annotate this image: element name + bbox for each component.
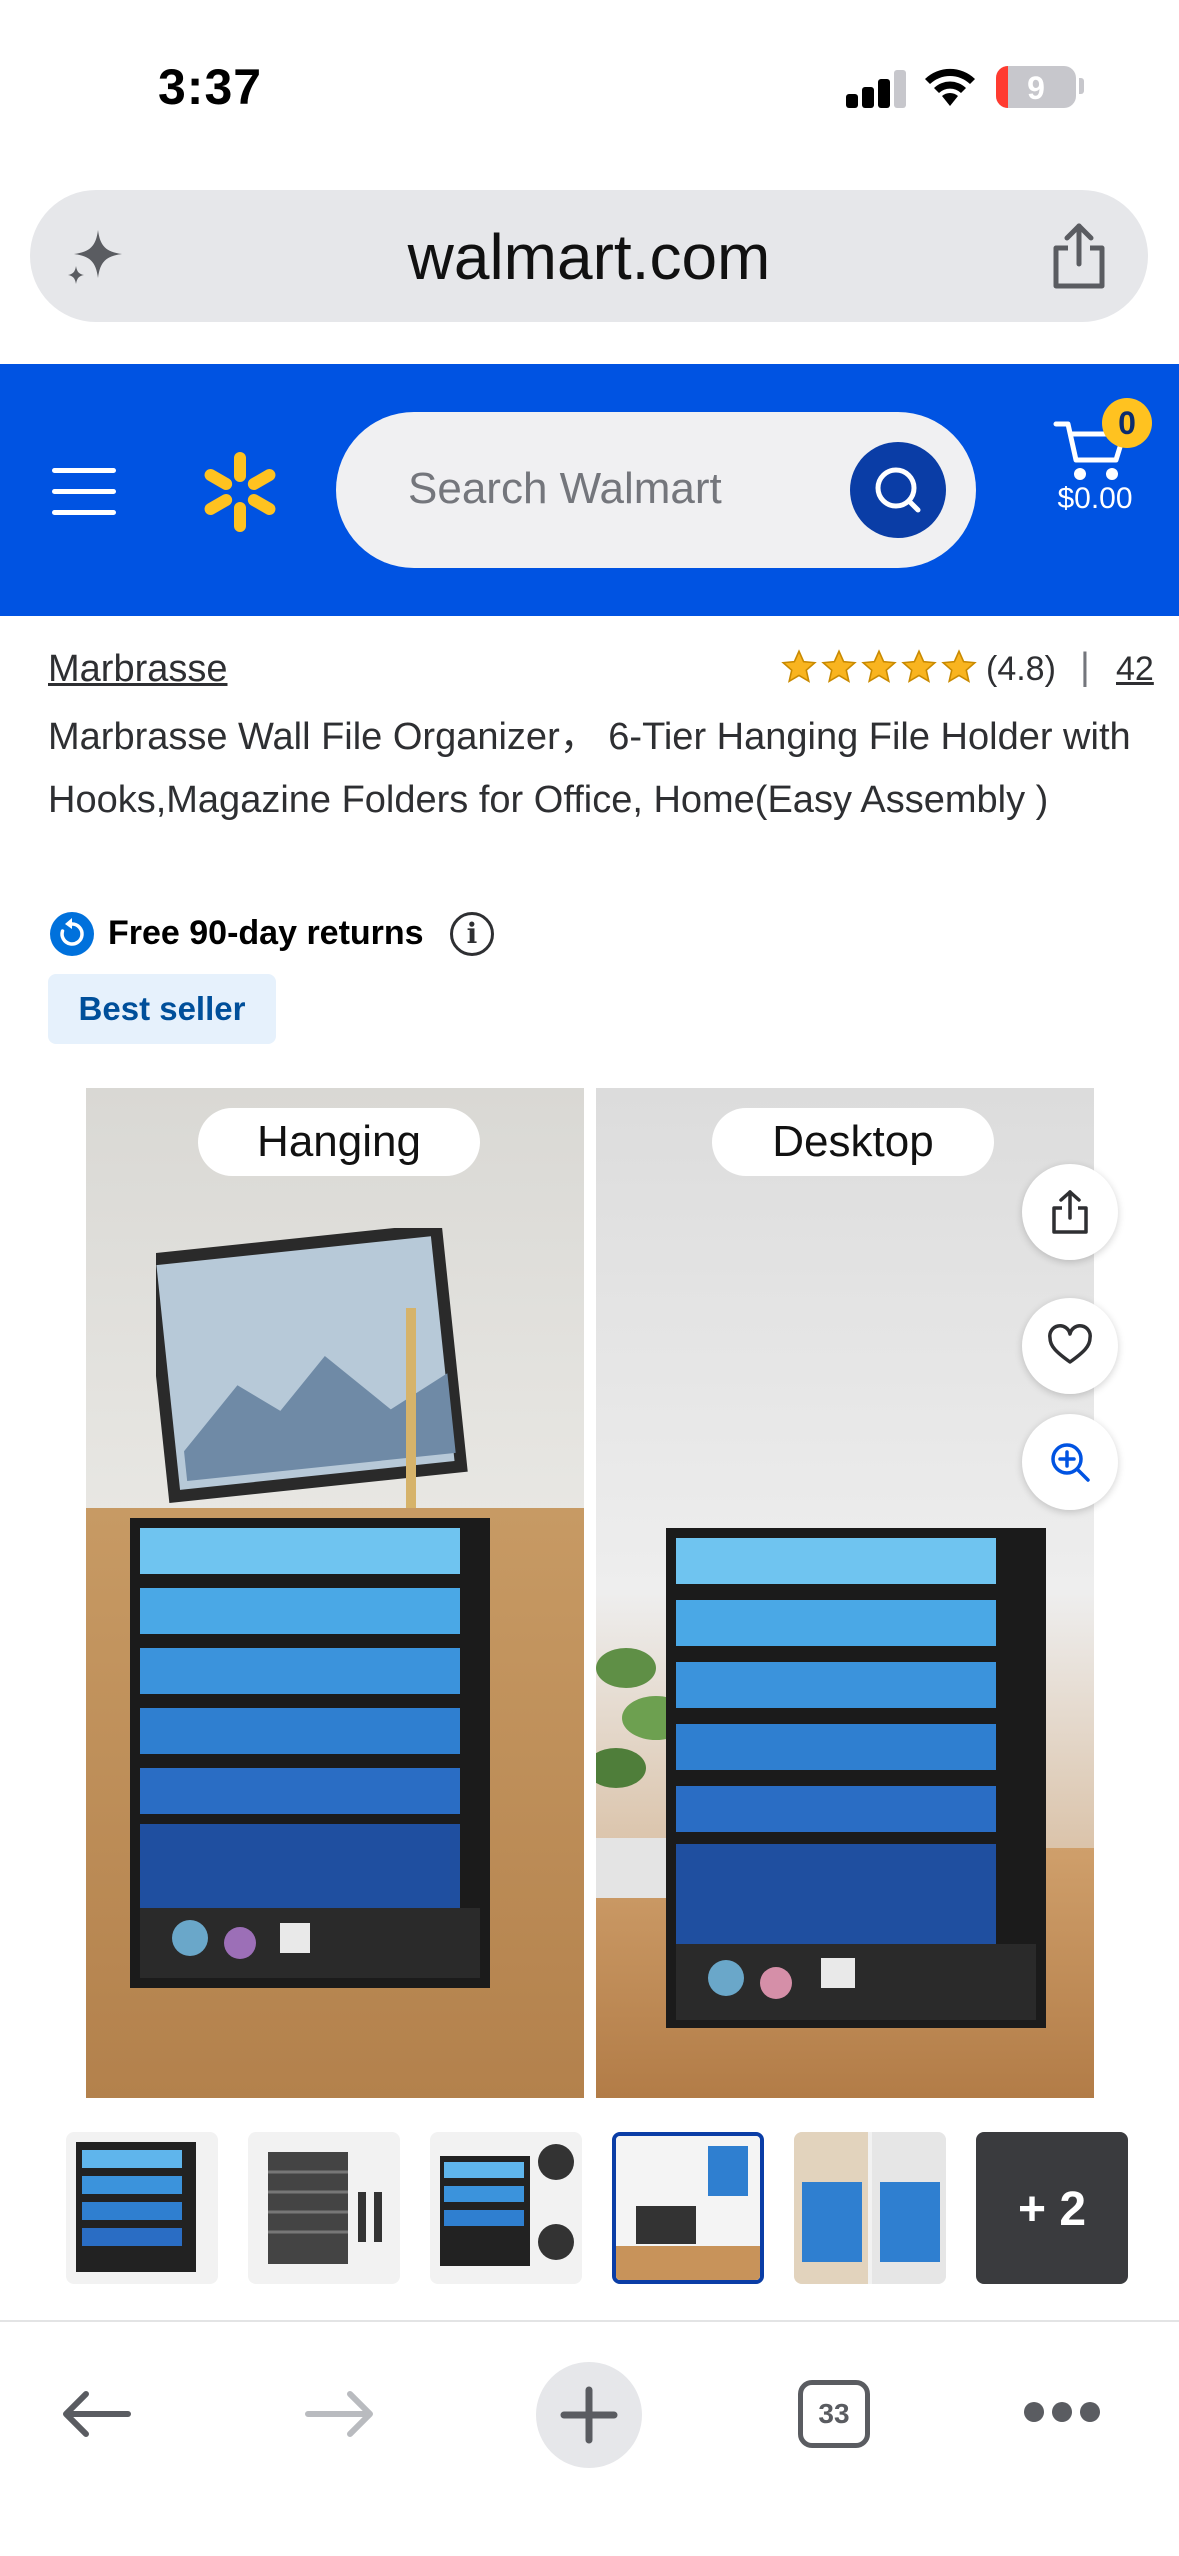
search-button[interactable]: [850, 442, 946, 538]
cellular-signal-icon: [846, 70, 906, 108]
thumbnail-image: [268, 2152, 382, 2264]
status-time: 3:37: [158, 59, 263, 115]
hanging-label: Hanging: [198, 1108, 480, 1176]
rating-value: (4.8): [986, 650, 1056, 688]
star-icon: [821, 649, 857, 683]
star-icon: [941, 649, 977, 683]
forward-arrow-icon[interactable]: [302, 2386, 378, 2442]
menu-icon[interactable]: [52, 468, 116, 516]
search-input[interactable]: Search Walmart: [336, 412, 976, 568]
heart-icon: [1048, 1324, 1092, 1364]
thumbnail-image: [616, 2136, 760, 2280]
walmart-spark-logo[interactable]: [198, 450, 282, 534]
info-icon[interactable]: i: [450, 912, 494, 956]
star-rating: [780, 648, 978, 692]
thumbnail-selected[interactable]: [612, 2132, 764, 2284]
search-placeholder: Search Walmart: [408, 464, 722, 513]
best-seller-label: Best seller: [78, 990, 246, 1027]
best-seller-badge: Best seller: [48, 974, 276, 1044]
status-bar: 3:37 9: [0, 0, 1179, 175]
thumbnail[interactable]: [430, 2132, 582, 2284]
url-text[interactable]: walmart.com: [30, 220, 1148, 294]
thumbnail-more[interactable]: + 2: [976, 2132, 1128, 2284]
back-arrow-icon[interactable]: [58, 2386, 134, 2442]
cart-total[interactable]: $0.00: [1040, 482, 1150, 516]
share-icon[interactable]: [1048, 222, 1110, 290]
battery-level: 9: [1027, 70, 1045, 106]
search-icon: [875, 467, 921, 513]
product-main-image[interactable]: Hanging Desktop: [86, 1088, 1094, 2098]
battery-tip: [1079, 78, 1084, 94]
rating-separator: |: [1080, 646, 1090, 688]
wifi-icon: [925, 68, 975, 106]
brand-link[interactable]: Marbrasse: [48, 648, 228, 691]
thumbnail[interactable]: [66, 2132, 218, 2284]
new-tab-button[interactable]: [536, 2362, 642, 2468]
share-button[interactable]: [1022, 1164, 1118, 1260]
desktop-label: Desktop: [712, 1108, 994, 1176]
star-icon: [781, 649, 817, 683]
browser-toolbar: 33: [0, 2322, 1179, 2556]
tabs-button[interactable]: 33: [798, 2380, 870, 2448]
site-header: Search Walmart 0 $0.00: [0, 364, 1179, 616]
more-thumbnails-count: + 2: [1017, 2183, 1087, 2236]
battery-icon: 9: [996, 66, 1076, 108]
cart-count-badge: 0: [1102, 398, 1152, 448]
zoom-button[interactable]: [1022, 1414, 1118, 1510]
favorite-button[interactable]: [1022, 1298, 1118, 1394]
more-icon[interactable]: [1024, 2402, 1100, 2422]
thumbnail-image: [440, 2144, 574, 2266]
thumbnail-image: [794, 2132, 946, 2284]
organizer-illustration: [130, 1518, 490, 1988]
zoom-in-icon: [1051, 1443, 1090, 1482]
hanging-panel: Hanging: [86, 1088, 584, 2098]
desktop-panel: Desktop: [596, 1088, 1094, 2098]
thumbnail[interactable]: [248, 2132, 400, 2284]
thumbnail-image: [76, 2142, 196, 2272]
review-count-link[interactable]: 42: [1116, 650, 1154, 689]
free-returns-label: Free 90-day returns: [108, 914, 424, 952]
star-icon: [861, 649, 897, 683]
plus-icon: [560, 2386, 618, 2444]
organizer-illustration: [666, 1528, 1046, 2028]
star-icon: [901, 649, 937, 683]
address-bar[interactable]: walmart.com: [30, 190, 1148, 322]
returns-icon: [50, 912, 94, 956]
thumbnail[interactable]: [794, 2132, 946, 2284]
share-icon: [1052, 1190, 1088, 1234]
thumbnail-strip: + 2: [66, 2132, 1130, 2284]
product-title: Marbrasse Wall File Organizer， 6-Tier Ha…: [48, 716, 1131, 821]
